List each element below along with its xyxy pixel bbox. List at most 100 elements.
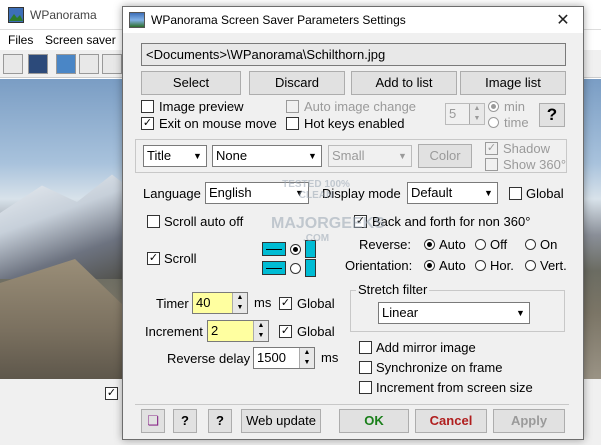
dialog-title: WPanorama Screen Saver Parameters Settin…	[151, 13, 406, 27]
add-mirror-checkbox[interactable]	[359, 341, 372, 354]
dialog-app-icon	[129, 12, 145, 28]
reverse-auto-label: Auto	[439, 237, 466, 252]
settings-dialog: WPanorama Screen Saver Parameters Settin…	[122, 6, 584, 440]
interval-spinner[interactable]: ▲ ▼	[469, 104, 484, 124]
help-save-icon[interactable]: ?	[173, 409, 197, 433]
wpanorama-app-icon	[8, 7, 24, 23]
watermark-line-2: MAJORGEEKS	[271, 215, 385, 232]
print-icon[interactable]	[3, 54, 23, 74]
min-radio[interactable]	[488, 101, 499, 112]
reverse-delay-label: Reverse delay	[167, 351, 251, 366]
orientation-vert-radio[interactable]	[525, 260, 536, 271]
size-combo[interactable]: Small ▼	[328, 145, 412, 167]
chevron-down-icon: ▼	[193, 151, 202, 161]
ok-button[interactable]: OK	[339, 409, 409, 433]
dialog-title-bar: WPanorama Screen Saver Parameters Settin…	[123, 7, 583, 33]
exit-on-mouse-move-checkbox[interactable]: ✓	[141, 117, 154, 130]
timer-value: 40	[196, 295, 211, 310]
timer-field[interactable]: 40 ▲ ▼	[192, 292, 248, 314]
timer-global-checkbox[interactable]: ✓	[279, 297, 292, 310]
timer-global-label: Global	[297, 296, 335, 311]
reverse-on-radio[interactable]	[525, 239, 536, 250]
auto-image-change-checkbox[interactable]	[286, 100, 299, 113]
image-preview-label: Image preview	[159, 99, 244, 114]
image-path-field[interactable]: <Documents>\WPanorama\Schilthorn.jpg	[141, 43, 566, 66]
increment-screen-checkbox[interactable]	[359, 381, 372, 394]
image-icon[interactable]	[28, 54, 48, 74]
show360-checkbox[interactable]	[485, 158, 498, 171]
help-question-button[interactable]: ?	[539, 103, 565, 127]
hot-keys-enabled-checkbox[interactable]	[286, 117, 299, 130]
menu-screen-saver[interactable]: Screen saver	[45, 33, 116, 47]
min-label: min	[504, 99, 525, 114]
timer-ms-label: ms	[254, 295, 272, 310]
help-icon[interactable]: ?	[208, 409, 232, 433]
orientation-hor-radio[interactable]	[475, 260, 486, 271]
majorgeeks-watermark: TESTED 100% CLEAN MAJORGEEKS .COM	[271, 179, 385, 259]
show360-label: Show 360°	[503, 157, 567, 172]
display-mode-value: Default	[411, 185, 453, 200]
orientation-auto-radio[interactable]	[424, 260, 435, 271]
exit-on-mouse-move-label: Exit on mouse move	[159, 116, 277, 131]
reverse-delay-spinner[interactable]: ▲ ▼	[299, 348, 314, 368]
reverse-auto-radio[interactable]	[424, 239, 435, 250]
reverse-delay-field[interactable]: 1500 ▲ ▼	[253, 347, 315, 369]
scroll-checkbox[interactable]: ✓	[147, 252, 160, 265]
size-combo-value: Small	[332, 148, 365, 163]
background-checkbox[interactable]: ✓	[105, 387, 118, 400]
increment-global-checkbox[interactable]: ✓	[279, 325, 292, 338]
move-icon[interactable]	[79, 54, 99, 74]
chevron-down-icon: ▼	[398, 151, 407, 161]
add-to-list-button[interactable]: Add to list	[351, 71, 457, 95]
arrow-icon[interactable]	[102, 54, 122, 74]
language-value: English	[209, 185, 252, 200]
time-radio[interactable]	[488, 117, 499, 128]
display-global-checkbox[interactable]	[509, 187, 522, 200]
reverse-off-radio[interactable]	[475, 239, 486, 250]
scroll-vertical-arrow-2-icon[interactable]	[305, 259, 316, 277]
scroll-right-arrow-icon[interactable]	[262, 261, 286, 275]
sync-frame-checkbox[interactable]	[359, 361, 372, 374]
image-preview-checkbox[interactable]	[141, 100, 154, 113]
fit-screen-icon[interactable]	[56, 54, 76, 74]
stretch-filter-combo[interactable]: Linear ▼	[378, 302, 530, 324]
stretch-filter-value: Linear	[382, 305, 419, 320]
interval-field[interactable]: 5 ▲ ▼	[445, 103, 485, 125]
menu-files[interactable]: Files	[8, 33, 33, 47]
watermark-line-3: .COM	[302, 233, 330, 244]
timer-spinner[interactable]: ▲ ▼	[232, 293, 247, 313]
orientation-hor-label: Hor.	[490, 258, 514, 273]
shadow-checkbox[interactable]: ✓	[485, 142, 498, 155]
discard-button[interactable]: Discard	[249, 71, 345, 95]
timer-label: Timer	[156, 296, 189, 311]
display-mode-combo[interactable]: Default ▼	[407, 182, 498, 204]
time-label: time	[504, 115, 529, 130]
web-update-button[interactable]: Web update	[241, 409, 321, 433]
apply-button[interactable]: Apply	[493, 409, 565, 433]
scroll-vertical-radio[interactable]	[290, 263, 301, 274]
font-combo-value: None	[216, 148, 248, 163]
cancel-button[interactable]: Cancel	[415, 409, 487, 433]
reverse-delay-value: 1500	[257, 350, 286, 365]
scroll-label: Scroll	[164, 251, 197, 266]
book-icon[interactable]: ❏	[141, 409, 165, 433]
scroll-auto-off-label: Scroll auto off	[164, 214, 244, 229]
increment-field[interactable]: 2 ▲ ▼	[207, 320, 269, 342]
increment-screen-label: Increment from screen size	[376, 380, 533, 395]
increment-spinner[interactable]: ▲ ▼	[253, 321, 268, 341]
font-combo[interactable]: None ▼	[212, 145, 322, 167]
select-button[interactable]: Select	[141, 71, 241, 95]
scroll-auto-off-checkbox[interactable]	[147, 215, 160, 228]
orientation-label: Orientation:	[345, 258, 413, 273]
close-icon[interactable]: ✕	[553, 10, 573, 30]
chevron-down-icon: ▼	[516, 308, 525, 318]
image-list-button[interactable]: Image list	[460, 71, 566, 95]
bottom-divider	[135, 404, 569, 405]
chevron-down-icon: ▼	[308, 151, 317, 161]
watermark-line-1: TESTED 100% CLEAN	[282, 179, 350, 201]
orientation-vert-label: Vert.	[540, 258, 567, 273]
increment-global-label: Global	[297, 324, 335, 339]
title-combo[interactable]: Title ▼	[143, 145, 207, 167]
sync-frame-label: Synchronize on frame	[376, 360, 503, 375]
color-button[interactable]: Color	[418, 144, 472, 168]
